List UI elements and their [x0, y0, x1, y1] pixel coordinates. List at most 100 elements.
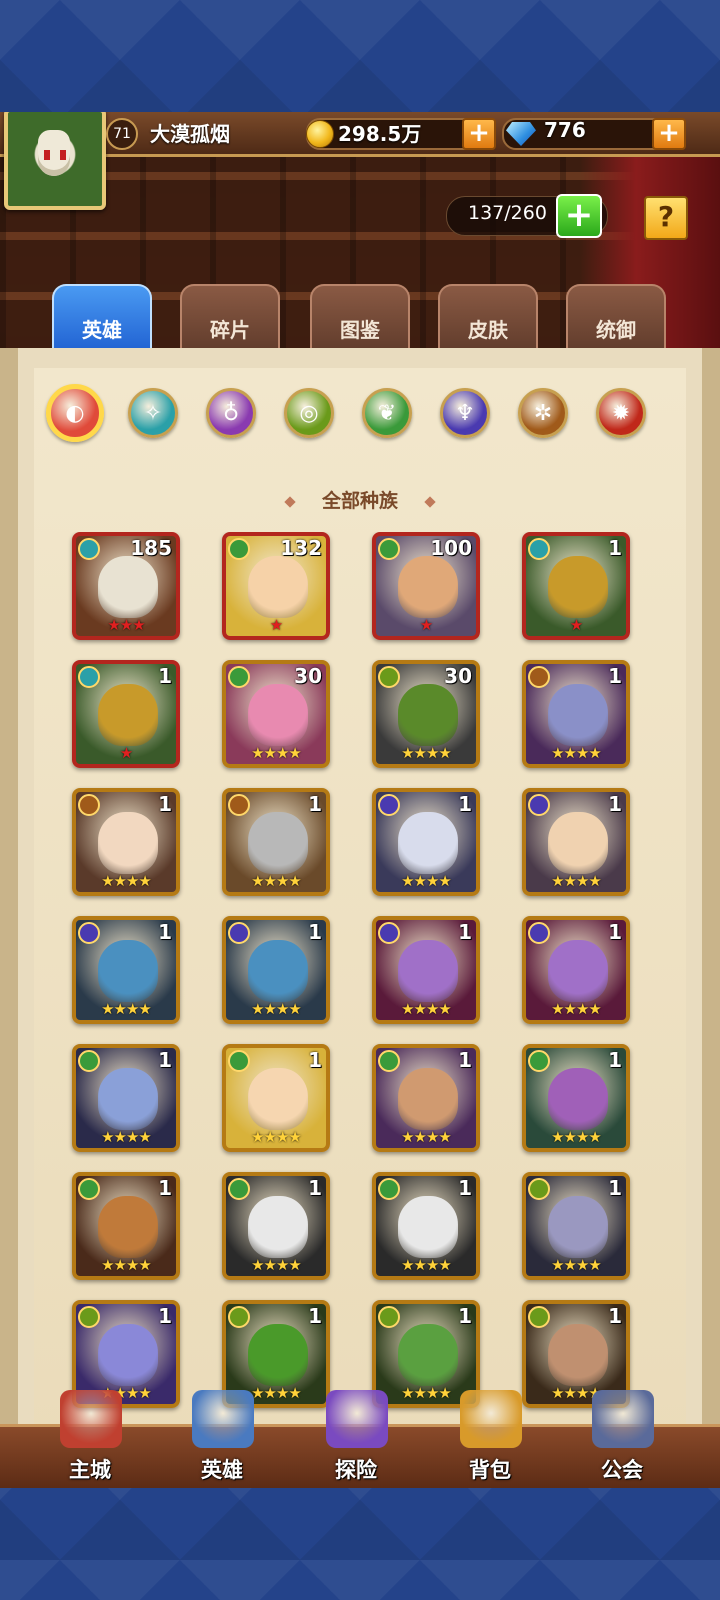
expand-capacity-button[interactable]: + [556, 194, 602, 238]
hero-portrait [548, 940, 608, 1002]
hero-portrait [98, 812, 158, 874]
star-rating: ★★★★ [251, 1256, 302, 1274]
tab-handbook[interactable]: 图鉴 [310, 284, 410, 356]
faction-badge-icon [78, 666, 100, 688]
help-button[interactable]: ? [644, 196, 688, 240]
star-rating: ★★★★ [401, 1000, 452, 1018]
faction-badge-icon [78, 1050, 100, 1072]
hero-count: 1 [608, 536, 622, 560]
section-title: 全部种族 [0, 486, 720, 513]
all-races-icon[interactable]: ◐ [46, 384, 104, 442]
dark-race-icon[interactable]: ♆ [440, 388, 490, 438]
hero-count: 1 [308, 920, 322, 944]
hero-portrait [248, 556, 308, 618]
gold-amount: 298.5万 [338, 122, 422, 146]
faction-badge-icon [78, 794, 100, 816]
chaos-race-icon[interactable]: ✹ [596, 388, 646, 438]
star-rating: ★ [269, 616, 283, 634]
add-gem-button[interactable]: + [652, 118, 686, 150]
faction-badge-icon [378, 1050, 400, 1072]
hero-card[interactable]: 1 ★★★★ [372, 1044, 480, 1152]
game-screen: 71 大漠孤烟 298.5万 + 776 + 137/260 + ? 英雄 碎片… [0, 112, 720, 1488]
hero-count: 1 [608, 920, 622, 944]
hero-card[interactable]: 1 ★★★★ [222, 788, 330, 896]
hero-card[interactable]: 1 ★★★★ [522, 1044, 630, 1152]
faction-badge-icon [78, 538, 100, 560]
hero-card[interactable]: 1 ★★★★ [222, 1172, 330, 1280]
hero-card[interactable]: 1 ★★★★ [372, 1172, 480, 1280]
hero-card[interactable]: 1 ★★★★ [222, 1044, 330, 1152]
hero-count: 1 [158, 792, 172, 816]
hero-portrait [548, 684, 608, 746]
faction-badge-icon [228, 794, 250, 816]
hero-card[interactable]: 1 ★★★★ [72, 1172, 180, 1280]
hero-count: 1 [608, 792, 622, 816]
star-rating: ★ [569, 616, 583, 634]
star-rating: ★★★★ [551, 872, 602, 890]
hero-card[interactable]: 1 ★★★★ [522, 660, 630, 768]
nav-portal[interactable]: 探险 [306, 1390, 406, 1488]
hero-card[interactable]: 1 ★★★★ [72, 1044, 180, 1152]
hero-count: 1 [458, 920, 472, 944]
coin-icon [306, 120, 334, 148]
faction-badge-icon [78, 1178, 100, 1200]
hero-card[interactable]: 1 ★★★★ [372, 788, 480, 896]
star-rating: ★ [119, 744, 133, 762]
hero-portrait [548, 556, 608, 618]
nav-castle[interactable]: 主城 [40, 1390, 140, 1488]
hero-count: 1 [608, 1048, 622, 1072]
shadow-race-icon[interactable]: ✧ [128, 388, 178, 438]
hero-card[interactable]: 1 ★ [72, 660, 180, 768]
star-rating: ★★★★ [551, 744, 602, 762]
forest-race-icon[interactable]: ❦ [362, 388, 412, 438]
hero-portrait [98, 1196, 158, 1258]
tab-command[interactable]: 统御 [566, 284, 666, 356]
hero-card[interactable]: 1 ★★★★ [72, 788, 180, 896]
hero-card[interactable]: 30 ★★★★ [372, 660, 480, 768]
player-avatar[interactable] [4, 112, 106, 210]
hero-portrait [248, 940, 308, 1002]
hero-count: 1 [458, 792, 472, 816]
hero-portrait [398, 1324, 458, 1386]
hero-card[interactable]: 1 ★★★★ [522, 788, 630, 896]
nav-guild-tower[interactable]: 公会 [572, 1390, 672, 1488]
hero-portrait [398, 1068, 458, 1130]
light-race-icon[interactable]: ✲ [518, 388, 568, 438]
faction-badge-icon [378, 1306, 400, 1328]
castle-icon [60, 1390, 122, 1448]
hero-portrait [98, 556, 158, 618]
hero-card[interactable]: 30 ★★★★ [222, 660, 330, 768]
tab-fragments[interactable]: 碎片 [180, 284, 280, 356]
hero-count: 185 [130, 536, 172, 560]
hero-card[interactable]: 1 ★★★★ [522, 1172, 630, 1280]
star-rating: ★★★★ [401, 872, 452, 890]
nav-hero-portrait[interactable]: 英雄 [172, 1390, 272, 1488]
hero-count: 1 [158, 1304, 172, 1328]
hero-count: 1 [458, 1048, 472, 1072]
hero-portrait [248, 684, 308, 746]
hero-card[interactable]: 132 ★ [222, 532, 330, 640]
hero-portrait [398, 1196, 458, 1258]
player-name: 大漠孤烟 [150, 122, 230, 146]
faction-badge-icon [528, 1306, 550, 1328]
hero-card[interactable]: 1 ★★★★ [72, 916, 180, 1024]
tab-skins[interactable]: 皮肤 [438, 284, 538, 356]
nav-backpack[interactable]: 背包 [440, 1390, 540, 1488]
fortress-race-icon[interactable]: ♁ [206, 388, 256, 438]
hero-card[interactable]: 185 ★★★ [72, 532, 180, 640]
add-gold-button[interactable]: + [462, 118, 496, 150]
hero-card[interactable]: 1 ★★★★ [222, 916, 330, 1024]
tab-heroes[interactable]: 英雄 [52, 284, 152, 356]
hero-portrait [548, 1068, 608, 1130]
abyss-race-icon[interactable]: ◎ [284, 388, 334, 438]
hero-card[interactable]: 1 ★★★★ [522, 916, 630, 1024]
faction-badge-icon [378, 794, 400, 816]
hero-count: 1 [308, 792, 322, 816]
hero-card[interactable]: 1 ★★★★ [372, 916, 480, 1024]
eye-mark [60, 150, 66, 160]
hero-portrait [248, 812, 308, 874]
hero-portrait [98, 940, 158, 1002]
faction-badge-icon [378, 666, 400, 688]
hero-card[interactable]: 100 ★ [372, 532, 480, 640]
hero-card[interactable]: 1 ★ [522, 532, 630, 640]
